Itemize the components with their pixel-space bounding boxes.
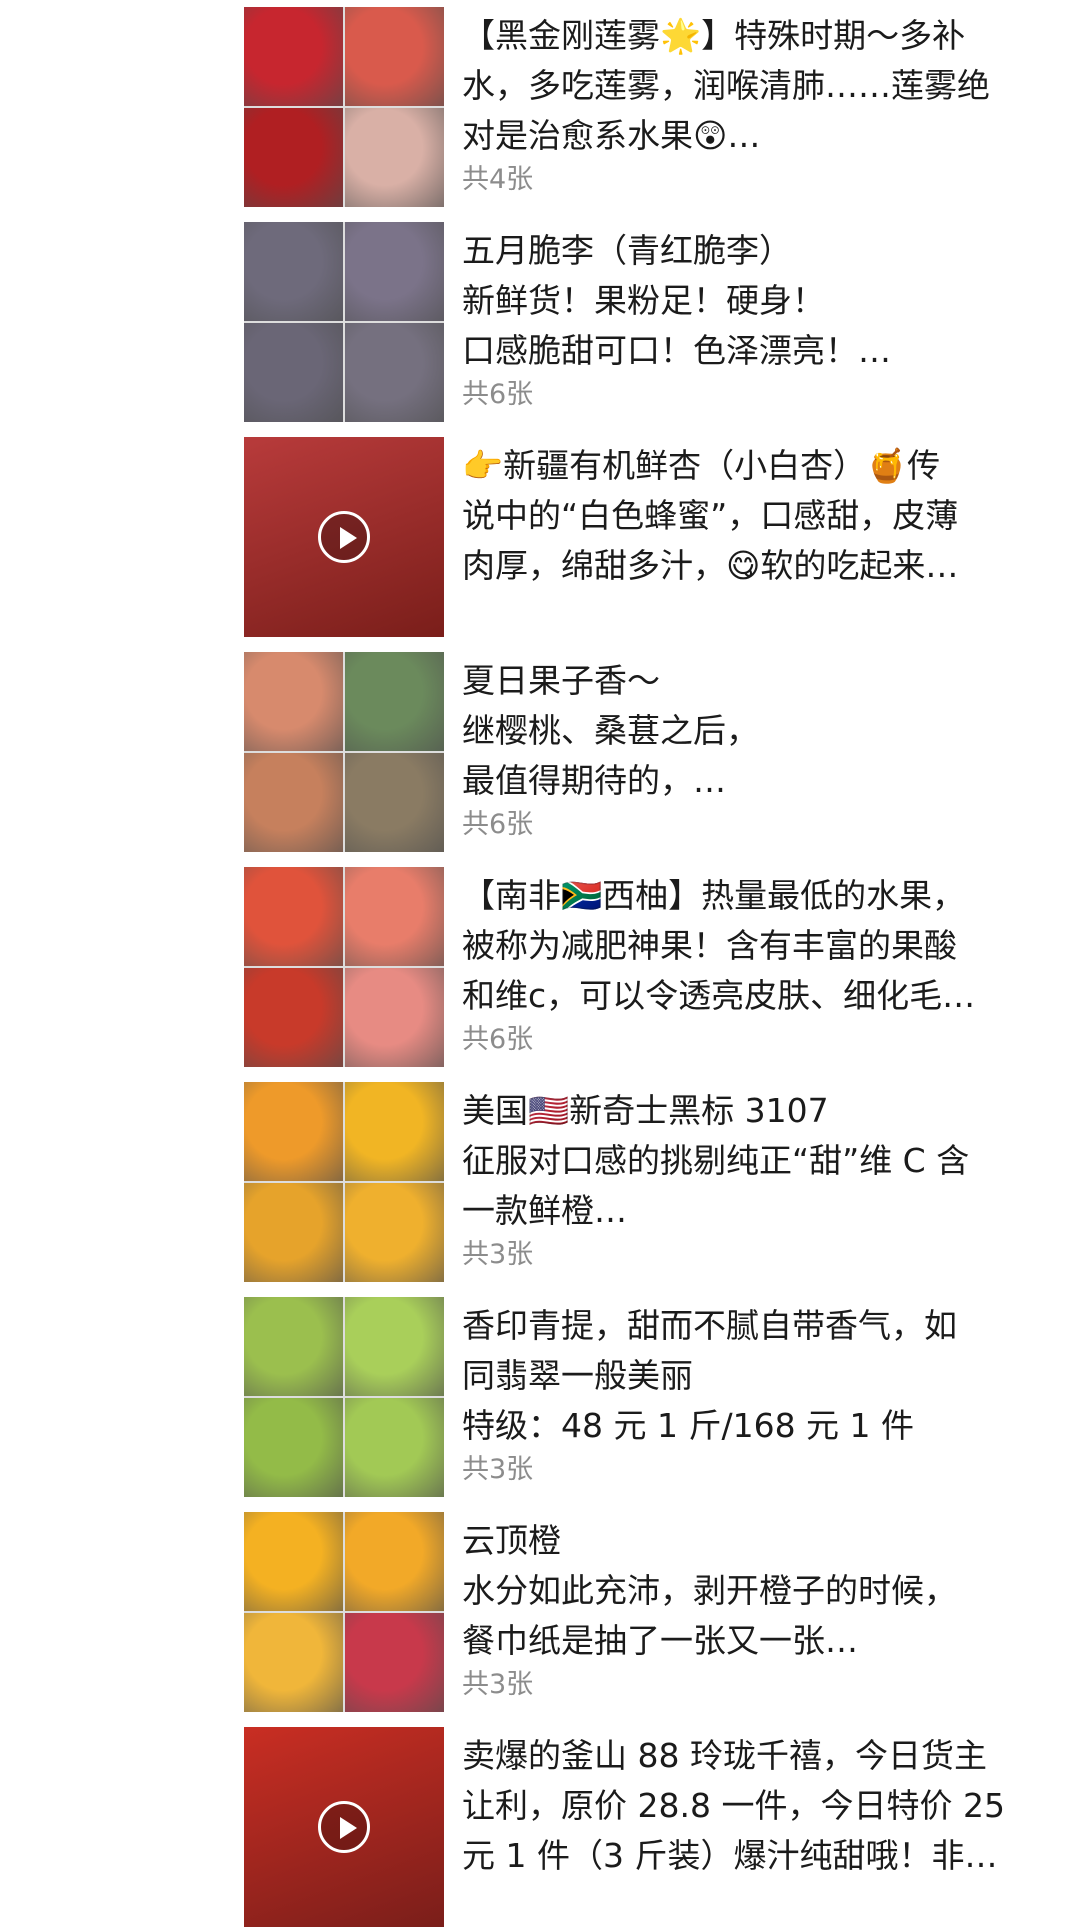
post-text-line: 和维c，可以令透亮皮肤、细化毛… (462, 976, 976, 1015)
image-count: 共3张 (462, 1239, 534, 1270)
thumbnail-image (345, 968, 444, 1067)
post-thumbnail[interactable] (244, 1082, 444, 1282)
post-text-line: 对是治愈系水果😲… (462, 116, 761, 155)
post-text-line: 口感脆甜可口！色泽漂亮！… (462, 331, 891, 370)
post-text-line: 说中的“白色蜂蜜”，口感甜，皮薄 (462, 496, 959, 535)
post-thumbnail[interactable] (244, 222, 444, 422)
play-icon[interactable] (318, 511, 370, 563)
list-item[interactable]: 云顶橙 水分如此充沛，剥开橙子的时候， 餐巾纸是抽了一张又一张… 共3张 (244, 1512, 1044, 1712)
thumbnail-image (244, 7, 343, 106)
post-text-line: 被称为减肥神果！含有丰富的果酸 (462, 926, 957, 965)
post-text-line: 元 1 件（3 斤装）爆汁纯甜哦！非… (462, 1836, 998, 1875)
post-text-line: 【黑金刚莲雾🌟】特殊时期～多补 (462, 16, 966, 55)
list-item[interactable]: 卖爆的釜山 88 玲珑千禧，今日货主 让利，原价 28.8 一件，今日特价 25… (244, 1727, 1044, 1927)
post-thumbnail[interactable] (244, 1512, 444, 1712)
thumbnail-image (244, 867, 343, 966)
post-text-line: 云顶橙 (462, 1521, 561, 1560)
thumbnail-image (244, 1512, 343, 1611)
list-item[interactable]: 五月脆李（青红脆李） 新鲜货！果粉足！硬身！ 口感脆甜可口！色泽漂亮！… 共6张 (244, 222, 1044, 422)
post-text: 夏日果子香～ 继樱桃、桑葚之后， 最值得期待的，… (462, 656, 1042, 806)
post-text-line: 最值得期待的，… (462, 761, 726, 800)
thumbnail-image (244, 222, 343, 321)
post-text-line: 同翡翠一般美丽 (462, 1356, 693, 1395)
post-text-line: 继樱桃、桑葚之后， (462, 711, 759, 750)
thumbnail-image (345, 1297, 444, 1396)
thumbnail-image (345, 867, 444, 966)
image-count: 共6张 (462, 1024, 534, 1055)
image-count: 共6张 (462, 379, 534, 410)
thumbnail-image (244, 108, 343, 207)
post-text-line: 香印青提，甜而不腻自带香气，如 (462, 1306, 957, 1345)
post-text-line: 新鲜货！果粉足！硬身！ (462, 281, 825, 320)
thumbnail-image (244, 1082, 343, 1181)
post-text: 【南非🇿🇦西柚】热量最低的水果， 被称为减肥神果！含有丰富的果酸 和维c，可以令… (462, 871, 1042, 1021)
thumbnail-image (345, 1512, 444, 1611)
post-text-line: 卖爆的釜山 88 玲珑千禧，今日货主 (462, 1736, 987, 1775)
post-thumbnail[interactable] (244, 1297, 444, 1497)
thumbnail-image (345, 1183, 444, 1282)
post-text-line: 特级：48 元 1 斤/168 元 1 件 (462, 1406, 915, 1445)
post-text-line: 让利，原价 28.8 一件，今日特价 25 (462, 1786, 1005, 1825)
post-thumbnail[interactable] (244, 867, 444, 1067)
post-thumbnail[interactable] (244, 1727, 444, 1927)
list-item[interactable]: 【黑金刚莲雾🌟】特殊时期～多补 水，多吃莲雾，润喉清肺……莲雾绝 对是治愈系水果… (244, 7, 1044, 207)
thumbnail-image (345, 753, 444, 852)
image-count: 共6张 (462, 809, 534, 840)
post-text-line: 【南非🇿🇦西柚】热量最低的水果， (462, 876, 966, 915)
list-item[interactable]: 【南非🇿🇦西柚】热量最低的水果， 被称为减肥神果！含有丰富的果酸 和维c，可以令… (244, 867, 1044, 1067)
post-text-line: 水分如此充沛，剥开橙子的时候， (462, 1571, 957, 1610)
thumbnail-image (244, 1297, 343, 1396)
post-text-line: 夏日果子香～ (462, 661, 660, 700)
list-item[interactable]: 👉新疆有机鲜杏（小白杏）🍯传 说中的“白色蜂蜜”，口感甜，皮薄 肉厚，绵甜多汁，… (244, 437, 1044, 637)
post-text-line: 👉新疆有机鲜杏（小白杏）🍯传 (462, 446, 941, 485)
thumbnail-image (244, 968, 343, 1067)
post-text: 香印青提，甜而不腻自带香气，如 同翡翠一般美丽 特级：48 元 1 斤/168 … (462, 1301, 1042, 1451)
post-text: 【黑金刚莲雾🌟】特殊时期～多补 水，多吃莲雾，润喉清肺……莲雾绝 对是治愈系水果… (462, 11, 1042, 161)
post-thumbnail[interactable] (244, 652, 444, 852)
list-item[interactable]: 夏日果子香～ 继樱桃、桑葚之后， 最值得期待的，… 共6张 (244, 652, 1044, 852)
thumbnail-image (244, 652, 343, 751)
post-text-line: 一款鲜橙… (462, 1191, 627, 1230)
image-count: 共3张 (462, 1669, 534, 1700)
image-count: 共4张 (462, 164, 534, 195)
thumbnail-image (244, 1183, 343, 1282)
play-icon[interactable] (318, 1801, 370, 1853)
thumbnail-image (345, 652, 444, 751)
post-text: 五月脆李（青红脆李） 新鲜货！果粉足！硬身！ 口感脆甜可口！色泽漂亮！… (462, 226, 1042, 376)
thumbnail-image (345, 1082, 444, 1181)
post-thumbnail[interactable] (244, 437, 444, 637)
thumbnail-image (244, 753, 343, 852)
thumbnail-image (345, 222, 444, 321)
post-text-line: 征服对口感的挑剔纯正“甜”维 C 含 (462, 1141, 970, 1180)
post-text: 👉新疆有机鲜杏（小白杏）🍯传 说中的“白色蜂蜜”，口感甜，皮薄 肉厚，绵甜多汁，… (462, 441, 1042, 591)
post-text: 云顶橙 水分如此充沛，剥开橙子的时候， 餐巾纸是抽了一张又一张… (462, 1516, 1042, 1666)
post-text-line: 美国🇺🇸新奇士黑标 3107 (462, 1091, 829, 1130)
thumbnail-image (345, 108, 444, 207)
post-text-line: 五月脆李（青红脆李） (462, 231, 792, 270)
post-text-line: 餐巾纸是抽了一张又一张… (462, 1621, 858, 1660)
thumbnail-image (345, 323, 444, 422)
thumbnail-image (244, 1398, 343, 1497)
post-text-line: 肉厚，绵甜多汁，😋软的吃起来… (462, 546, 959, 585)
thumbnail-image (345, 1398, 444, 1497)
post-text: 美国🇺🇸新奇士黑标 3107 征服对口感的挑剔纯正“甜”维 C 含 一款鲜橙… (462, 1086, 1042, 1236)
list-item[interactable]: 香印青提，甜而不腻自带香气，如 同翡翠一般美丽 特级：48 元 1 斤/168 … (244, 1297, 1044, 1497)
post-thumbnail[interactable] (244, 7, 444, 207)
thumbnail-image (244, 323, 343, 422)
post-text: 卖爆的釜山 88 玲珑千禧，今日货主 让利，原价 28.8 一件，今日特价 25… (462, 1731, 1042, 1881)
thumbnail-image (345, 1613, 444, 1712)
post-text-line: 水，多吃莲雾，润喉清肺……莲雾绝 (462, 66, 990, 105)
image-count: 共3张 (462, 1454, 534, 1485)
thumbnail-image (345, 7, 444, 106)
thumbnail-image (244, 1613, 343, 1712)
list-item[interactable]: 美国🇺🇸新奇士黑标 3107 征服对口感的挑剔纯正“甜”维 C 含 一款鲜橙… … (244, 1082, 1044, 1282)
